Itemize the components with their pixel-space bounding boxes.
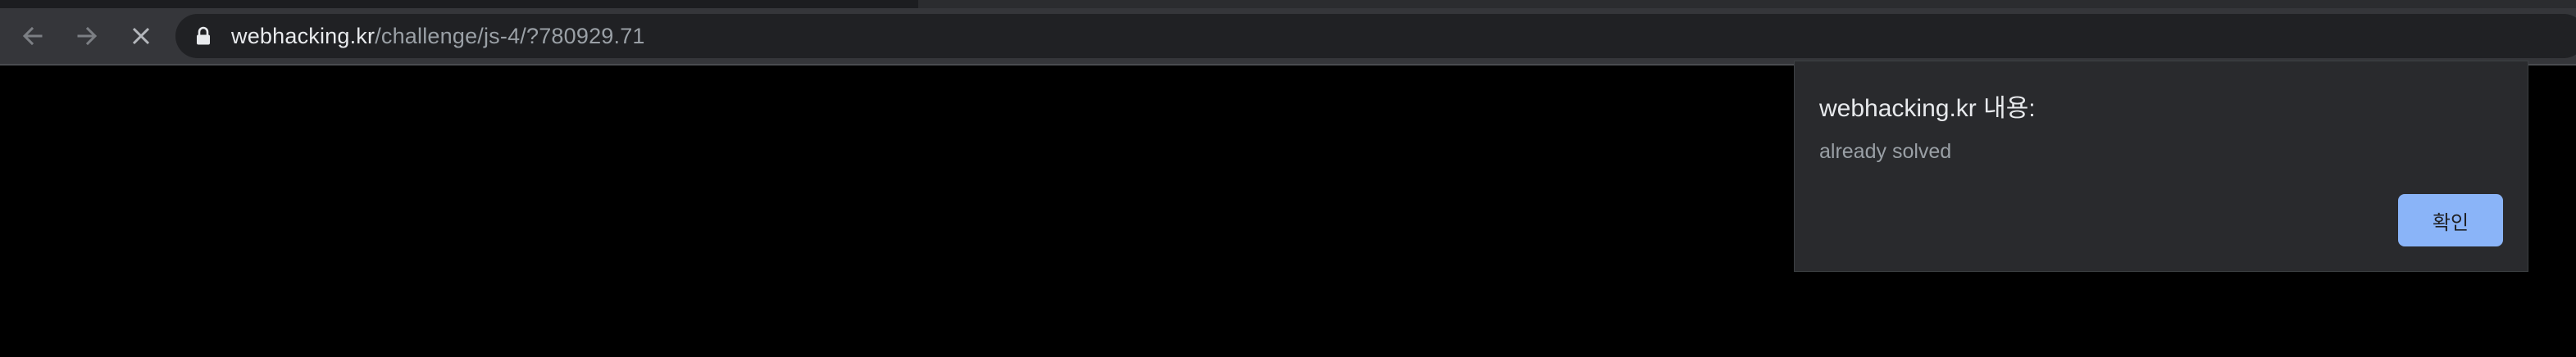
tab-strip-active-area <box>918 0 2576 8</box>
back-button[interactable] <box>16 20 49 52</box>
url-host: webhacking.kr <box>231 24 375 48</box>
dialog-title: webhacking.kr 내용: <box>1819 95 2036 122</box>
alert-dialog: webhacking.kr 내용: already solved 확인 <box>1794 61 2528 272</box>
dialog-message: already solved <box>1819 140 1952 163</box>
browser-toolbar: webhacking.kr/challenge/js-4/?780929.71 <box>0 8 2576 64</box>
lock-icon[interactable] <box>195 26 212 46</box>
stop-loading-button[interactable] <box>125 20 157 52</box>
address-bar[interactable]: webhacking.kr/challenge/js-4/?780929.71 <box>175 14 2576 58</box>
arrow-left-icon <box>22 26 43 46</box>
ok-button[interactable]: 확인 <box>2398 194 2503 246</box>
close-icon <box>132 27 150 45</box>
forward-button[interactable] <box>71 20 103 52</box>
url-text[interactable]: webhacking.kr/challenge/js-4/?780929.71 <box>231 14 645 58</box>
arrow-right-icon <box>77 26 98 46</box>
url-path: /challenge/js-4/?780929.71 <box>375 24 645 48</box>
